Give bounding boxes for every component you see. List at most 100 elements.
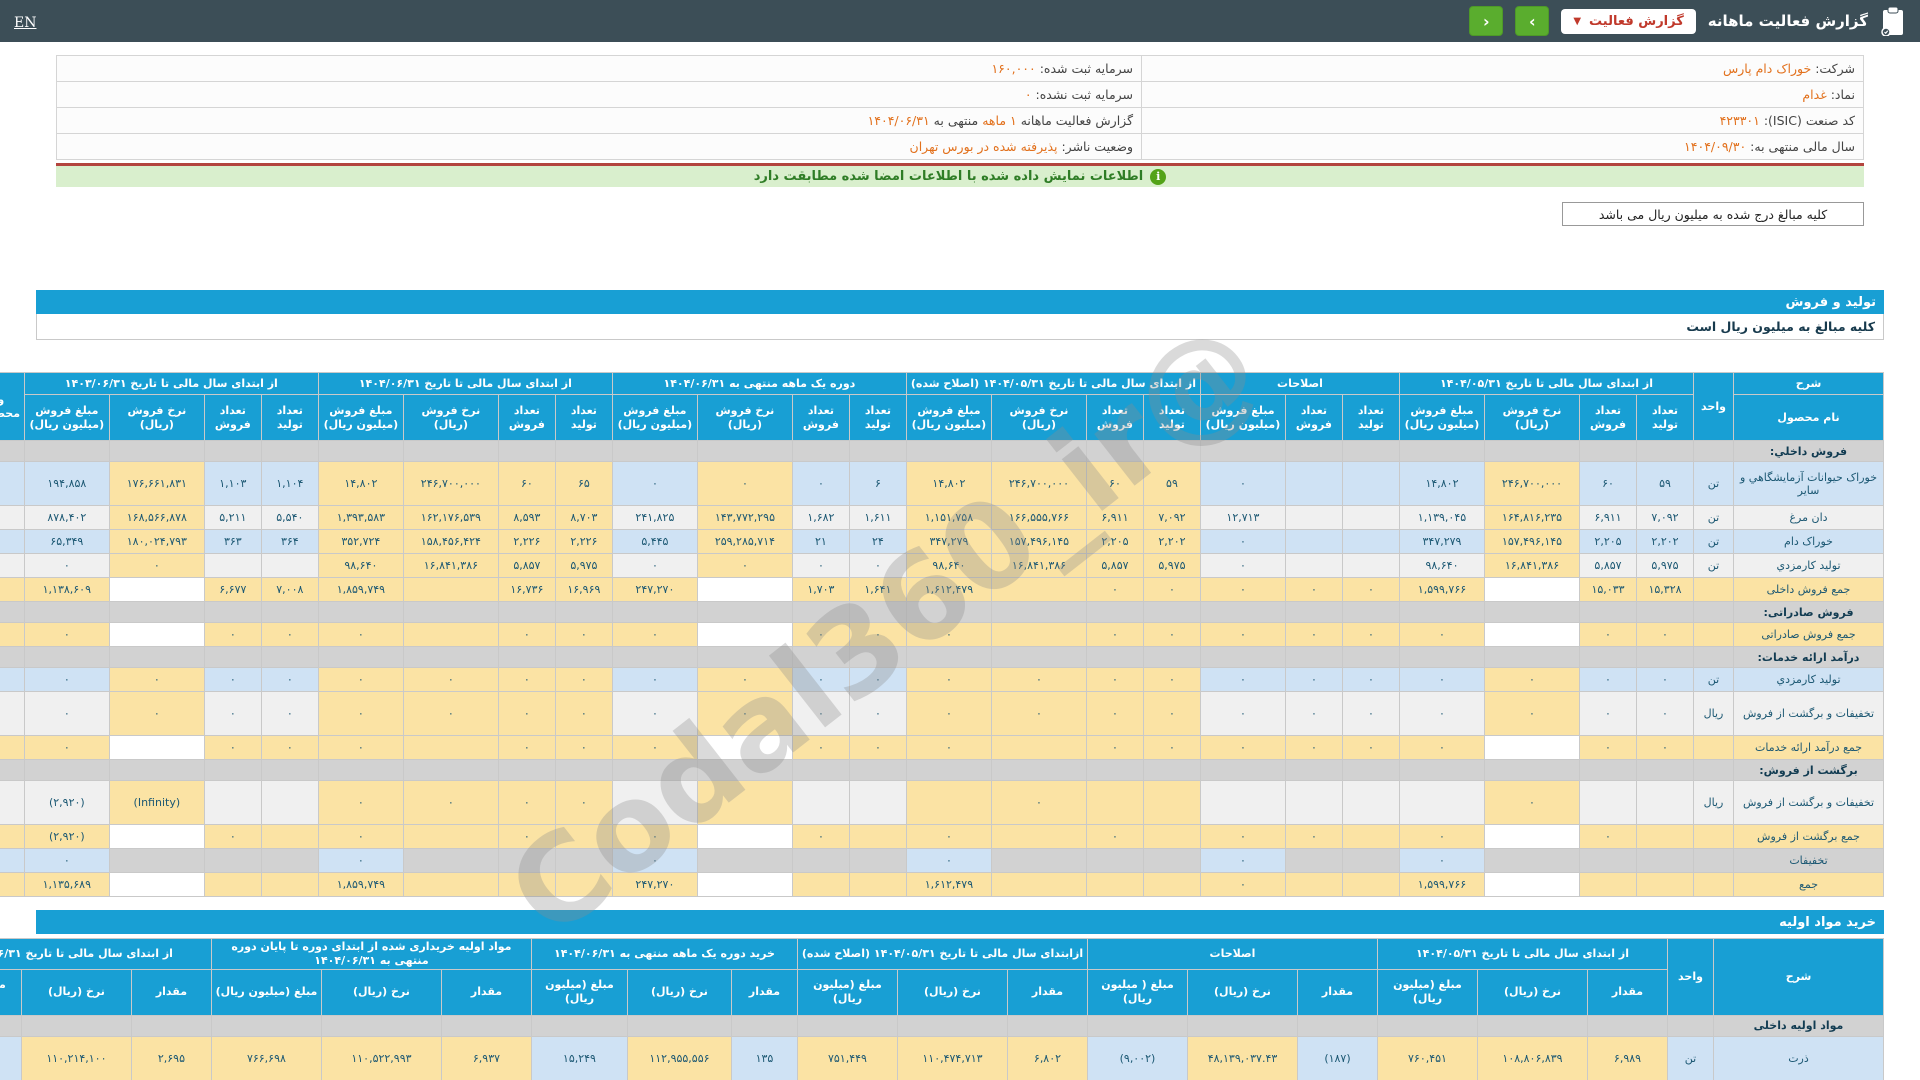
table-cell: ۰ xyxy=(906,825,991,849)
table-cell: خوراک دام xyxy=(1734,530,1884,554)
previous-report-button[interactable]: ‹ xyxy=(1469,6,1503,36)
table-cell: ۰ xyxy=(1086,578,1143,602)
column-header: نرخ فروش (ریال) xyxy=(991,395,1086,441)
table-cell: ۲۴۶,۷۰۰,۰۰۰ xyxy=(403,462,498,506)
column-header: تعداد تولید xyxy=(1143,395,1200,441)
table-cell: ۰ xyxy=(261,623,318,647)
company-info-row: سال مالی منتهی به: ۱۴۰۴/۰۹/۳۰وضعیت ناشر:… xyxy=(57,134,1864,160)
table-cell xyxy=(24,441,109,462)
table-cell xyxy=(555,647,612,668)
table-cell: ۰ xyxy=(1143,578,1200,602)
table-cell: ۲۱ xyxy=(792,530,849,554)
column-header: مقدار xyxy=(1297,969,1377,1015)
column-header: مبلغ (میلیون ریال) xyxy=(0,969,21,1015)
table-cell: ۰ xyxy=(24,736,109,760)
column-header: نرخ فروش (ریال) xyxy=(1485,395,1580,441)
table-cell: ۰ xyxy=(318,623,403,647)
table-cell xyxy=(24,760,109,781)
signed-info-banner-text: اطلاعات نمایش داده شده با اطلاعات امضا ش… xyxy=(754,169,1144,184)
table-cell: ۰ xyxy=(24,692,109,736)
table-cell xyxy=(612,647,697,668)
table-cell xyxy=(498,441,555,462)
table-cell: ۱,۶۸۲ xyxy=(792,506,849,530)
table-cell xyxy=(261,554,318,578)
amounts-unit-box: کلیه مبالغ درج شده به میلیون ریال می باش… xyxy=(1562,202,1864,226)
table-cell xyxy=(1342,647,1399,668)
table-cell xyxy=(0,736,24,760)
table-cell xyxy=(1485,441,1580,462)
table-cell xyxy=(1485,760,1580,781)
table-cell xyxy=(991,602,1086,623)
table-cell xyxy=(612,602,697,623)
table-cell: ۲۴۶,۷۰۰,۰۰۰ xyxy=(991,462,1086,506)
column-group-header: واحد xyxy=(1694,373,1734,441)
table-cell: ریال xyxy=(1694,692,1734,736)
column-group-header: اصلاحات xyxy=(1200,373,1399,395)
company-info-row: کد صنعت (ISIC): ۴۲۳۳۰۱گزارش فعالیت ماهان… xyxy=(57,108,1864,134)
table-cell: تخفیفات xyxy=(1734,849,1884,873)
table-cell: ۰ xyxy=(555,736,612,760)
table-cell xyxy=(1143,441,1200,462)
table-cell: ۶,۶۷۷ xyxy=(204,578,261,602)
table-cell xyxy=(1087,1015,1187,1036)
table-cell: ۰ xyxy=(1200,668,1285,692)
table-cell: ۰ xyxy=(1200,849,1285,873)
table-row: خوراک حیوانات آزمایشگاهي و سایرتن۵۹۶۰۲۴۶… xyxy=(0,462,1884,506)
table-cell: ۱,۱۳۸,۶۰۹ xyxy=(24,578,109,602)
table-cell: ۶,۹۱۱ xyxy=(1580,506,1637,530)
table-cell: ۱۴,۸۰۲ xyxy=(1399,462,1484,506)
table-cell: ۲۴۱,۸۲۵ xyxy=(612,506,697,530)
table-cell: ۱۷۶,۶۶۱,۸۳۱ xyxy=(109,462,204,506)
table-cell: ۰ xyxy=(1200,462,1285,506)
table-cell: ۰ xyxy=(1200,554,1285,578)
table-cell: ۰ xyxy=(1342,668,1399,692)
table-cell: ۱۳۵ xyxy=(731,1036,797,1080)
table-cell xyxy=(318,602,403,623)
table-cell xyxy=(1143,602,1200,623)
table-cell xyxy=(697,781,792,825)
table-cell: ۰ xyxy=(1143,668,1200,692)
table-cell: ۰ xyxy=(1580,623,1637,647)
table-cell xyxy=(261,647,318,668)
table-cell: ۱۹۴,۸۵۸ xyxy=(24,462,109,506)
table-cell xyxy=(1694,760,1734,781)
table-cell: فروش داخلي: xyxy=(1734,441,1884,462)
table-cell xyxy=(1694,849,1734,873)
table-cell: ۰ xyxy=(555,668,612,692)
table-cell xyxy=(24,602,109,623)
table-cell xyxy=(792,849,849,873)
table-cell xyxy=(261,602,318,623)
table-cell xyxy=(0,849,24,873)
table-cell xyxy=(1143,825,1200,849)
column-header: مبلغ فروش (میلیون ریال) xyxy=(24,395,109,441)
table-cell xyxy=(1342,849,1399,873)
table-cell xyxy=(0,1015,21,1036)
table-cell: ۰ xyxy=(1637,623,1694,647)
table-cell: ۰ xyxy=(1200,692,1285,736)
table-row: ذرتتن۶,۹۸۹۱۰۸,۸۰۶,۸۳۹۷۶۰,۴۵۱(۱۸۷)۴۸,۱۳۹,… xyxy=(0,1036,1884,1080)
million-rial-note: کلیه مبالغ به میلیون ریال است xyxy=(36,314,1884,340)
table-cell: ۶,۹۳۷ xyxy=(441,1036,531,1080)
column-header: نرخ (ریال) xyxy=(321,969,441,1015)
table-cell: ۷,۰۰۸ xyxy=(261,578,318,602)
table-cell: ۲,۲۰۲ xyxy=(1637,530,1694,554)
report-type-dropdown[interactable]: گزارش فعالیت ▼ xyxy=(1561,9,1695,34)
table-cell: ۱,۱۰۳ xyxy=(204,462,261,506)
table-cell: تن xyxy=(1694,462,1734,506)
table-cell: ۰ xyxy=(1200,825,1285,849)
next-report-button[interactable]: › xyxy=(1515,6,1549,36)
table-cell: ۹۸,۶۴۰ xyxy=(1399,554,1484,578)
table-cell: ۰ xyxy=(261,692,318,736)
table-cell: ۰ xyxy=(403,668,498,692)
table-cell xyxy=(1342,441,1399,462)
english-language-link[interactable]: EN xyxy=(14,15,36,31)
table-cell: ۰ xyxy=(318,849,403,873)
table-cell xyxy=(1580,602,1637,623)
table-cell xyxy=(1200,647,1285,668)
table-cell: تن xyxy=(1694,668,1734,692)
table-cell xyxy=(1637,647,1694,668)
table-cell: تولید xyxy=(0,530,24,554)
table-cell: ۶۵,۳۴۹ xyxy=(24,530,109,554)
table-cell xyxy=(792,760,849,781)
table-cell: ۶ xyxy=(849,462,906,506)
